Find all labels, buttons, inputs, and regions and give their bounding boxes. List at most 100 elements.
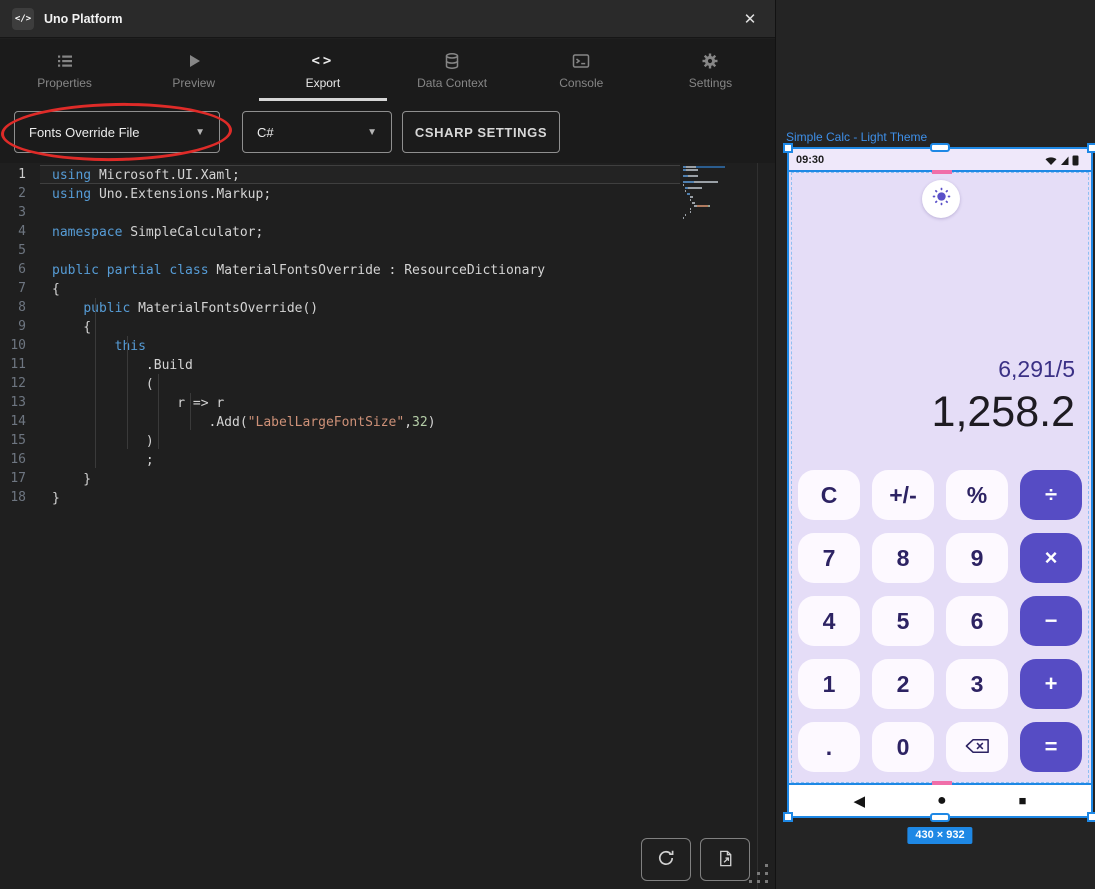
theme-toggle-button[interactable] bbox=[922, 180, 960, 218]
android-nav-bar: ◀ ● ■ bbox=[789, 785, 1091, 816]
line-number: 18 bbox=[0, 488, 40, 507]
uno-logo-code-icon: </> bbox=[12, 8, 34, 30]
export-icon: <> bbox=[312, 51, 335, 71]
tab-settings[interactable]: Settings bbox=[646, 39, 775, 101]
device-label[interactable]: Simple Calc - Light Theme bbox=[786, 130, 927, 144]
viewport-size-badge: 430 × 932 bbox=[907, 827, 972, 844]
code-line: 17 } bbox=[0, 469, 680, 488]
indent-guide bbox=[158, 374, 159, 449]
code-line: 1using Microsoft.UI.Xaml; bbox=[0, 165, 680, 184]
line-text: { bbox=[40, 317, 680, 336]
calc-key-6[interactable]: 6 bbox=[946, 596, 1008, 646]
line-number: 16 bbox=[0, 450, 40, 469]
line-number: 10 bbox=[0, 336, 40, 355]
back-icon[interactable]: ◀ bbox=[853, 792, 865, 810]
calc-key-decimal[interactable]: . bbox=[798, 722, 860, 772]
selection-handle-pink-top[interactable] bbox=[932, 170, 952, 174]
minimap-line bbox=[683, 184, 725, 186]
line-number: 6 bbox=[0, 260, 40, 279]
refresh-icon bbox=[656, 848, 676, 871]
line-number: 14 bbox=[0, 412, 40, 431]
line-text: .Add("LabelLargeFontSize",32) bbox=[40, 412, 680, 431]
indent-guide bbox=[190, 393, 191, 430]
recent-icon[interactable]: ■ bbox=[1019, 793, 1027, 808]
minimap[interactable] bbox=[683, 166, 725, 220]
settings-icon bbox=[701, 51, 719, 71]
line-text: ; bbox=[40, 450, 680, 469]
display-expression: 6,291/5 bbox=[932, 354, 1075, 384]
tab-label: Properties bbox=[37, 76, 92, 90]
tab-preview[interactable]: Preview bbox=[129, 39, 258, 101]
scrollbar-track[interactable] bbox=[757, 163, 758, 889]
calc-key-0[interactable]: 0 bbox=[872, 722, 934, 772]
calc-key-8[interactable]: 8 bbox=[872, 533, 934, 583]
battery-icon bbox=[1073, 155, 1079, 165]
code-line: 16 ; bbox=[0, 450, 680, 469]
file-type-dropdown[interactable]: Fonts Override File ▼ bbox=[14, 111, 220, 153]
line-number: 11 bbox=[0, 355, 40, 374]
code-editor[interactable]: 1using Microsoft.UI.Xaml;2using Uno.Exte… bbox=[0, 163, 775, 889]
minimap-line bbox=[683, 166, 725, 168]
preview-panel: Simple Calc - Light Theme 09:30 bbox=[775, 0, 1095, 889]
line-number: 13 bbox=[0, 393, 40, 412]
calc-key-multiply[interactable]: × bbox=[1020, 533, 1082, 583]
tab-export[interactable]: <>Export bbox=[258, 39, 387, 101]
line-number: 15 bbox=[0, 431, 40, 450]
export-file-button[interactable] bbox=[700, 838, 750, 881]
line-number: 8 bbox=[0, 298, 40, 317]
tab-data-context[interactable]: Data Context bbox=[388, 39, 517, 101]
minimap-line bbox=[683, 208, 725, 210]
selection-handle-bottom-right[interactable] bbox=[1087, 812, 1095, 822]
code-line: 10 this bbox=[0, 336, 680, 355]
tab-label: Data Context bbox=[417, 76, 487, 90]
selection-handle-top-left[interactable] bbox=[783, 143, 793, 153]
language-dropdown[interactable]: C# ▼ bbox=[242, 111, 392, 153]
tab-properties[interactable]: Properties bbox=[0, 39, 129, 101]
calc-key-clear[interactable]: C bbox=[798, 470, 860, 520]
code-line: 7{ bbox=[0, 279, 680, 298]
line-number: 1 bbox=[0, 165, 40, 184]
minimap-line bbox=[683, 172, 725, 174]
line-text: public MaterialFontsOverride() bbox=[40, 298, 680, 317]
calc-key-minus[interactable]: − bbox=[1020, 596, 1082, 646]
calc-key-1[interactable]: 1 bbox=[798, 659, 860, 709]
close-icon[interactable]: ✕ bbox=[739, 8, 761, 30]
selection-handle-top-right[interactable] bbox=[1087, 143, 1095, 153]
minimap-line bbox=[683, 202, 725, 204]
calc-key-2[interactable]: 2 bbox=[872, 659, 934, 709]
code-line: 4namespace SimpleCalculator; bbox=[0, 222, 680, 241]
home-icon[interactable]: ● bbox=[937, 792, 947, 810]
minimap-line bbox=[683, 217, 725, 219]
refresh-button[interactable] bbox=[641, 838, 691, 881]
calc-key-5[interactable]: 5 bbox=[872, 596, 934, 646]
tab-console[interactable]: Console bbox=[517, 39, 646, 101]
minimap-line bbox=[683, 181, 725, 183]
calc-key-plus-minus[interactable]: +/- bbox=[872, 470, 934, 520]
calc-key-percent[interactable]: % bbox=[946, 470, 1008, 520]
calc-key-plus[interactable]: + bbox=[1020, 659, 1082, 709]
calc-key-3[interactable]: 3 bbox=[946, 659, 1008, 709]
minimap-line bbox=[683, 211, 725, 213]
status-icons bbox=[1044, 154, 1084, 166]
resize-grip[interactable] bbox=[749, 864, 771, 886]
line-text: } bbox=[40, 469, 680, 488]
selection-handle-bottom-center[interactable] bbox=[930, 813, 950, 822]
minimap-line bbox=[683, 175, 725, 177]
selection-handle-top-center[interactable] bbox=[930, 143, 950, 152]
calc-key-backspace[interactable] bbox=[946, 722, 1008, 772]
calc-key-equals[interactable]: = bbox=[1020, 722, 1082, 772]
line-number: 17 bbox=[0, 469, 40, 488]
code-line: 13 r => r bbox=[0, 393, 680, 412]
calc-key-7[interactable]: 7 bbox=[798, 533, 860, 583]
csharp-settings-button[interactable]: CSHARP SETTINGS bbox=[402, 111, 560, 153]
file-type-dropdown-value: Fonts Override File bbox=[29, 125, 140, 140]
chevron-down-icon: ▼ bbox=[195, 127, 205, 138]
calc-key-4[interactable]: 4 bbox=[798, 596, 860, 646]
minimap-line bbox=[683, 187, 725, 189]
calc-key-divide[interactable]: ÷ bbox=[1020, 470, 1082, 520]
calc-key-9[interactable]: 9 bbox=[946, 533, 1008, 583]
phone-frame[interactable]: 09:30 bbox=[787, 147, 1093, 818]
line-text: .Build bbox=[40, 355, 680, 374]
line-text: public partial class MaterialFontsOverri… bbox=[40, 260, 680, 279]
selection-handle-bottom-left[interactable] bbox=[783, 812, 793, 822]
